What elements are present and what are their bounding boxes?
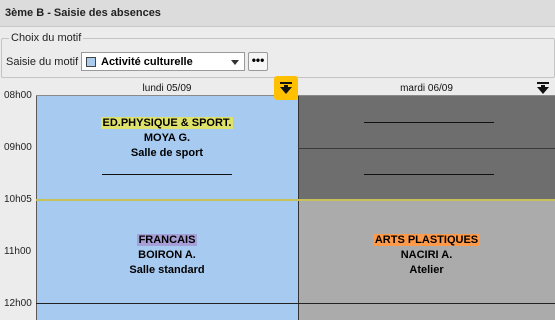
hour-label: 10h05 [4, 194, 32, 205]
motif-selected-value: Activité culturelle [101, 56, 193, 68]
window-titlebar: 3ème B - Saisie des absences [0, 0, 555, 27]
more-options-button[interactable]: ••• [248, 52, 268, 71]
download-arrow-icon [280, 82, 292, 94]
download-day-button-monday[interactable] [274, 76, 298, 100]
course-end-marker [364, 122, 494, 123]
motif-color-swatch [86, 57, 96, 67]
course-card[interactable]: FRANCAIS BOIRON A. Salle standard [36, 233, 298, 278]
hour-label: 12h00 [4, 298, 32, 309]
course-card[interactable]: ED.PHYSIQUE & SPORT. MOYA G. Salle de sp… [36, 116, 298, 161]
course-teacher: MOYA G. [143, 132, 191, 144]
day-label-monday: lundi 05/09 [142, 83, 192, 94]
course-room: Salle de sport [130, 147, 204, 159]
grid-line [298, 148, 555, 149]
course-subject: ARTS PLASTIQUES [372, 234, 481, 246]
hour-label: 08h00 [4, 90, 32, 101]
hour-label: 11h00 [4, 246, 32, 257]
day-label-tuesday: mardi 06/09 [400, 83, 453, 94]
recess-line [36, 199, 555, 201]
course-end-marker [102, 174, 232, 175]
course-teacher: NACIRI A. [400, 249, 453, 261]
hour-axis: 08h00 09h00 10h05 11h00 12h00 [0, 84, 36, 320]
download-arrow-icon [537, 82, 549, 94]
course-card[interactable]: ARTS PLASTIQUES NACIRI A. Atelier [298, 233, 555, 278]
course-teacher: BOIRON A. [138, 249, 196, 261]
window-title: 3ème B - Saisie des absences [5, 7, 161, 19]
motif-label: Saisie du motif [6, 56, 79, 68]
course-subject: FRANCAIS [136, 234, 198, 246]
course-subject: ED.PHYSIQUE & SPORT. [100, 117, 234, 129]
grid-line [298, 96, 299, 320]
motif-select[interactable]: Activité culturelle [81, 52, 245, 71]
motif-legend: Choix du motif [9, 32, 84, 44]
grid-line [36, 303, 555, 304]
download-day-button-tuesday[interactable] [531, 76, 555, 100]
course-room: Salle standard [129, 264, 205, 276]
course-end-marker [364, 174, 494, 175]
hour-label: 09h00 [4, 142, 32, 153]
chevron-down-icon[interactable] [231, 60, 239, 65]
course-room: Atelier [409, 264, 444, 276]
